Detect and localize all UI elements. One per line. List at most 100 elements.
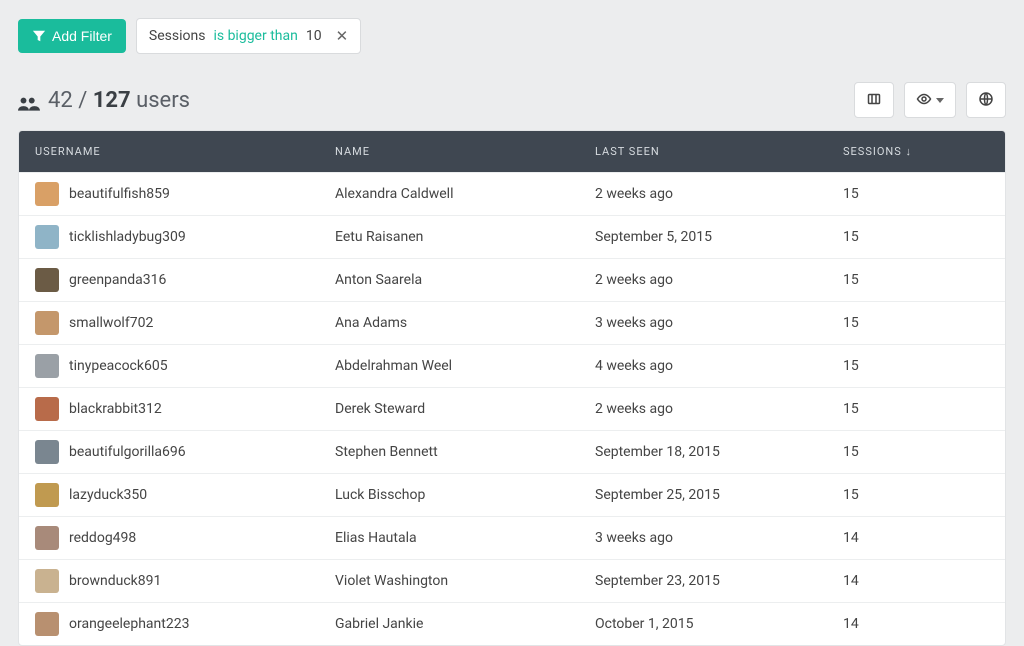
cell-name: Abdelrahman Weel xyxy=(335,358,595,374)
username-text: lazyduck350 xyxy=(69,487,147,503)
username-text: ticklishladybug309 xyxy=(69,229,186,245)
cell-sessions: 15 xyxy=(843,229,1006,245)
close-icon[interactable]: ✕ xyxy=(336,27,349,45)
username-text: greenpanda316 xyxy=(69,272,166,288)
table-actions xyxy=(854,82,1006,118)
avatar xyxy=(35,354,59,378)
export-button[interactable] xyxy=(854,82,894,118)
avatar xyxy=(35,182,59,206)
username-text: beautifulgorilla696 xyxy=(69,444,186,460)
cell-last-seen: September 18, 2015 xyxy=(595,444,843,460)
cell-last-seen: September 23, 2015 xyxy=(595,573,843,589)
avatar xyxy=(35,569,59,593)
avatar xyxy=(35,526,59,550)
username-text: tinypeacock605 xyxy=(69,358,168,374)
cell-last-seen: 2 weeks ago xyxy=(595,272,843,288)
cell-sessions: 15 xyxy=(843,401,1006,417)
export-icon xyxy=(866,91,882,110)
cell-sessions: 15 xyxy=(843,487,1006,503)
table-row[interactable]: brownduck891 Violet WashingtonSeptember 2… xyxy=(19,559,1005,602)
cell-name: Gabriel Jankie xyxy=(335,616,595,632)
cell-last-seen: 3 weeks ago xyxy=(595,530,843,546)
username-text: beautifulfish859 xyxy=(69,186,170,202)
cell-username: beautifulgorilla696 xyxy=(35,440,335,464)
cell-sessions: 14 xyxy=(843,616,1006,632)
cell-username: blackrabbit312 xyxy=(35,397,335,421)
table-header-row: USERNAME NAME LAST SEEN SESSIONS ↓ xyxy=(19,131,1005,172)
username-text: orangeelephant223 xyxy=(69,616,189,632)
chevron-down-icon xyxy=(936,98,944,103)
people-icon xyxy=(18,92,40,108)
column-header-lastseen[interactable]: LAST SEEN xyxy=(595,145,843,158)
table-row[interactable]: beautifulgorilla696 Stephen BennettSeptem… xyxy=(19,430,1005,473)
avatar xyxy=(35,483,59,507)
column-header-sessions[interactable]: SESSIONS ↓ xyxy=(843,145,1006,158)
avatar xyxy=(35,440,59,464)
table-row[interactable]: lazyduck350 Luck BisschopSeptember 25, 20… xyxy=(19,473,1005,516)
avatar xyxy=(35,225,59,249)
cell-sessions: 15 xyxy=(843,358,1006,374)
avatar xyxy=(35,397,59,421)
avatar xyxy=(35,268,59,292)
cell-name: Luck Bisschop xyxy=(335,487,595,503)
cell-sessions: 14 xyxy=(843,573,1006,589)
cell-name: Alexandra Caldwell xyxy=(335,186,595,202)
table-row[interactable]: smallwolf702 Ana Adams3 weeks ago15 xyxy=(19,301,1005,344)
table-row[interactable]: reddog498 Elias Hautala3 weeks ago14 xyxy=(19,516,1005,559)
username-text: smallwolf702 xyxy=(69,315,153,331)
avatar xyxy=(35,311,59,335)
cell-sessions: 15 xyxy=(843,444,1006,460)
count-filtered: 42 xyxy=(48,88,73,113)
filter-chip-operator: is bigger than xyxy=(213,28,297,44)
cell-name: Derek Steward xyxy=(335,401,595,417)
cell-sessions: 15 xyxy=(843,315,1006,331)
username-text: blackrabbit312 xyxy=(69,401,162,417)
count-total: 127 xyxy=(93,88,131,113)
cell-sessions: 15 xyxy=(843,186,1006,202)
cell-username: greenpanda316 xyxy=(35,268,335,292)
username-text: brownduck891 xyxy=(69,573,161,589)
globe-icon xyxy=(978,91,994,110)
cell-name: Eetu Raisanen xyxy=(335,229,595,245)
cell-last-seen: 2 weeks ago xyxy=(595,401,843,417)
add-filter-label: Add Filter xyxy=(52,28,112,44)
cell-name: Elias Hautala xyxy=(335,530,595,546)
cell-last-seen: September 25, 2015 xyxy=(595,487,843,503)
table-body: beautifulfish859 Alexandra Caldwell 2 week… xyxy=(19,172,1005,645)
count-separator: / xyxy=(73,88,93,113)
users-table: USERNAME NAME LAST SEEN SESSIONS ↓ beaut… xyxy=(18,130,1006,646)
filter-chip-field: Sessions xyxy=(149,28,206,44)
column-header-username[interactable]: USERNAME xyxy=(35,145,335,158)
table-row[interactable]: ticklishladybug309Eetu RaisanenSeptember… xyxy=(19,215,1005,258)
toolbar: Add Filter Sessions is bigger than 10 ✕ xyxy=(18,18,1006,54)
header-row: 42 / 127 users xyxy=(18,82,1006,118)
add-filter-button[interactable]: Add Filter xyxy=(18,19,126,53)
filter-chip[interactable]: Sessions is bigger than 10 ✕ xyxy=(136,18,361,54)
cell-last-seen: 4 weeks ago xyxy=(595,358,843,374)
cell-name: Violet Washington xyxy=(335,573,595,589)
globe-button[interactable] xyxy=(966,82,1006,118)
username-text: reddog498 xyxy=(69,530,136,546)
cell-sessions: 14 xyxy=(843,530,1006,546)
table-row[interactable]: tinypeacock605 Abdelrahman Weel4 weeks ag… xyxy=(19,344,1005,387)
result-count: 42 / 127 users xyxy=(18,88,190,113)
cell-name: Stephen Bennett xyxy=(335,444,595,460)
table-row[interactable]: orangeelephant223 Gabriel JankieOctober 1… xyxy=(19,602,1005,645)
cell-name: Ana Adams xyxy=(335,315,595,331)
cell-name: Anton Saarela xyxy=(335,272,595,288)
cell-username: beautifulfish859 xyxy=(35,182,335,206)
count-noun: users xyxy=(136,88,190,113)
filter-chip-value: 10 xyxy=(306,28,322,44)
column-header-name[interactable]: NAME xyxy=(335,145,595,158)
cell-sessions: 15 xyxy=(843,272,1006,288)
cell-username: smallwolf702 xyxy=(35,311,335,335)
cell-last-seen: October 1, 2015 xyxy=(595,616,843,632)
cell-username: lazyduck350 xyxy=(35,483,335,507)
columns-visibility-button[interactable] xyxy=(904,82,956,118)
filter-icon xyxy=(32,29,46,43)
table-row[interactable]: beautifulfish859Alexandra Caldwell2 week… xyxy=(19,172,1005,215)
table-row[interactable]: blackrabbit312 Derek Steward2 weeks ago15 xyxy=(19,387,1005,430)
cell-last-seen: 3 weeks ago xyxy=(595,315,843,331)
cell-username: brownduck891 xyxy=(35,569,335,593)
table-row[interactable]: greenpanda316 Anton Saarela2 weeks ago15 xyxy=(19,258,1005,301)
